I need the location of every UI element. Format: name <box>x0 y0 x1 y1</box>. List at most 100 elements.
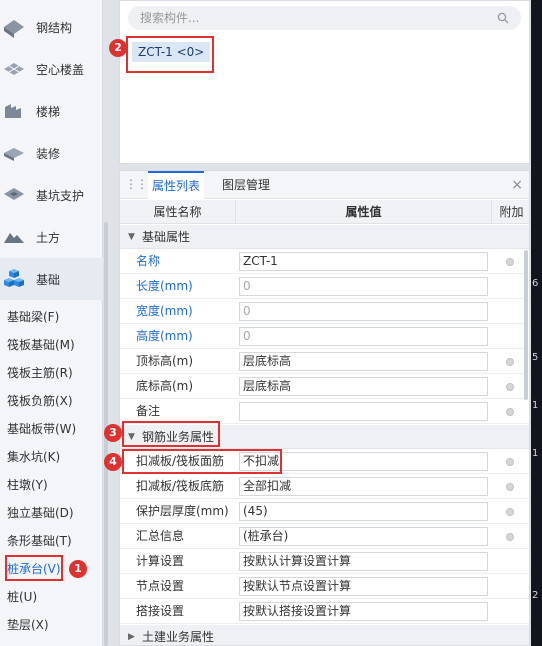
attach-checkbox[interactable] <box>506 383 514 391</box>
highlight-box-rebar-group <box>122 421 220 447</box>
close-icon[interactable]: × <box>511 177 523 193</box>
property-name: 高度(mm) <box>136 329 193 343</box>
drawing-canvas-edge[interactable]: 6 5 1 1 2 <box>531 0 542 646</box>
property-value-field[interactable]: 全部扣减 <box>239 477 488 496</box>
drag-handle-icon[interactable]: ⋮⋮ <box>125 177 148 191</box>
attach-checkbox[interactable] <box>506 458 514 466</box>
property-value-field[interactable] <box>239 402 488 421</box>
property-row: 高度(mm) 0 <box>120 324 529 349</box>
sidebar-item-raft-main-rebar[interactable]: 筏板主筋(R) <box>7 364 73 381</box>
annotation-badge-2: 2 <box>109 39 127 57</box>
property-value-field[interactable]: 按默认计算设置计算 <box>239 552 488 571</box>
property-name: 顶标高(m) <box>136 354 194 368</box>
foundation-icon <box>4 269 24 287</box>
property-value-field[interactable]: 0 <box>239 327 488 346</box>
property-row: 宽度(mm) 0 <box>120 299 529 324</box>
sidebar-item-foundation-beam[interactable]: 基础梁(F) <box>7 308 59 325</box>
decoration-icon <box>4 148 24 161</box>
category-stairs[interactable]: 楼梯 <box>0 90 103 132</box>
sidebar-item-sump-pit[interactable]: 集水坑(K) <box>7 448 60 465</box>
category-decoration[interactable]: 装修 <box>0 132 103 174</box>
sidebar-item-cushion[interactable]: 垫层(X) <box>7 616 49 633</box>
category-label: 楼梯 <box>36 104 61 119</box>
category-earthwork[interactable]: 土方 <box>0 216 103 258</box>
property-name: 计算设置 <box>136 554 185 568</box>
property-panel: ⋮⋮ 属性列表 图层管理 × 属性名称 属性值 附加 ▼ 基础属性 名称 ZCT… <box>119 170 530 646</box>
category-label: 钢结构 <box>36 20 73 35</box>
highlight-box-pile-cap <box>5 555 63 581</box>
property-row: 计算设置 按默认计算设置计算 <box>120 549 529 574</box>
expand-triangle-icon[interactable]: ▶ <box>128 625 135 645</box>
property-name: 保护层厚度(mm) <box>136 504 229 518</box>
component-search-input[interactable] <box>128 6 488 30</box>
category-pit-support[interactable]: 基坑支护 <box>0 174 103 216</box>
property-name: 搭接设置 <box>136 604 185 618</box>
property-value-field[interactable]: 层底标高 <box>239 352 488 371</box>
property-panel-scrollbar[interactable] <box>524 250 528 400</box>
category-hollow-floor[interactable]: 空心楼盖 <box>0 48 103 90</box>
property-name: 宽度(mm) <box>136 304 193 318</box>
category-label: 装修 <box>36 146 61 161</box>
category-label: 基坑支护 <box>36 188 85 203</box>
column-header-value: 属性值 <box>236 200 492 224</box>
property-row: 汇总信息 (桩承台) <box>120 524 529 549</box>
category-label: 土方 <box>36 230 61 245</box>
attach-checkbox[interactable] <box>506 483 514 491</box>
sidebar-item-raft-negative-rebar[interactable]: 筏板负筋(X) <box>7 392 73 409</box>
property-value-field[interactable]: 按默认搭接设置计算 <box>239 602 488 621</box>
property-panel-tabs: ⋮⋮ 属性列表 图层管理 × <box>120 171 529 199</box>
sidebar-item-foundation-strip[interactable]: 基础板带(W) <box>7 420 76 437</box>
tab-layer-management[interactable]: 图层管理 <box>218 171 274 199</box>
sidebar-item-raft-foundation[interactable]: 筏板基础(M) <box>7 336 75 353</box>
hollow-floor-icon <box>4 63 24 75</box>
group-label: 基础属性 <box>142 230 191 244</box>
highlight-box-deduct-row <box>122 449 282 474</box>
property-grid-header: 属性名称 属性值 附加 <box>120 200 529 224</box>
property-value-field[interactable]: 0 <box>239 302 488 321</box>
annotation-badge-4: 4 <box>104 453 122 471</box>
category-label: 基础 <box>36 272 61 287</box>
property-value-field[interactable]: (45) <box>239 502 488 521</box>
property-row: 节点设置 按默认节点设置计算 <box>120 574 529 599</box>
property-name: 长度(mm) <box>136 279 193 293</box>
sidebar-item-column-pier[interactable]: 柱墩(Y) <box>7 476 48 493</box>
property-group-basic[interactable]: ▼ 基础属性 <box>120 225 529 249</box>
property-name: 扣减板/筏板底筋 <box>136 479 225 493</box>
group-label: 土建业务属性 <box>142 630 215 644</box>
attach-checkbox[interactable] <box>506 358 514 366</box>
property-row: 顶标高(m) 层底标高 <box>120 349 529 374</box>
search-icon[interactable] <box>497 12 509 24</box>
attach-checkbox[interactable] <box>506 508 514 516</box>
property-group-civil[interactable]: ▶ 土建业务属性 <box>120 625 529 645</box>
tab-property-list[interactable]: 属性列表 <box>148 171 205 199</box>
column-header-extra: 附加 <box>499 205 524 219</box>
property-row: 搭接设置 按默认搭接设置计算 <box>120 599 529 624</box>
property-row: 底标高(m) 层底标高 <box>120 374 529 399</box>
stairs-icon <box>5 104 21 118</box>
property-value-field[interactable]: ZCT-1 <box>239 252 488 271</box>
annotation-badge-3: 3 <box>104 424 122 442</box>
sidebar-item-strip-foundation[interactable]: 条形基础(T) <box>7 532 72 549</box>
property-name: 名称 <box>136 254 161 268</box>
collapse-triangle-icon[interactable]: ▼ <box>128 225 135 249</box>
attach-checkbox[interactable] <box>506 533 514 541</box>
category-label: 空心楼盖 <box>36 62 85 77</box>
sidebar-item-pile[interactable]: 桩(U) <box>7 588 37 605</box>
sidebar-item-isolated-foundation[interactable]: 独立基础(D) <box>7 504 74 521</box>
property-row: 扣减板/筏板底筋 全部扣减 <box>120 474 529 499</box>
attach-checkbox[interactable] <box>506 258 514 266</box>
canvas-glyph: 6 <box>532 278 539 289</box>
pit-support-icon <box>4 188 24 200</box>
property-value-field[interactable]: 0 <box>239 277 488 296</box>
earthwork-icon <box>4 233 24 243</box>
attach-checkbox[interactable] <box>506 408 514 416</box>
component-list-panel: ZCT-1 <0> <box>119 0 530 164</box>
property-name: 节点设置 <box>136 579 185 593</box>
property-row: 保护层厚度(mm) (45) <box>120 499 529 524</box>
property-value-field[interactable]: (桩承台) <box>239 527 488 546</box>
component-category-sidebar: 钢结构 空心楼盖 楼梯 装修 基坑支护 土方 基础 基础梁(F) 筏板基础(M)… <box>0 0 103 646</box>
property-value-field[interactable]: 层底标高 <box>239 377 488 396</box>
category-foundation[interactable]: 基础 <box>0 258 103 300</box>
property-value-field[interactable]: 按默认节点设置计算 <box>239 577 488 596</box>
category-steel-structure[interactable]: 钢结构 <box>0 6 103 48</box>
